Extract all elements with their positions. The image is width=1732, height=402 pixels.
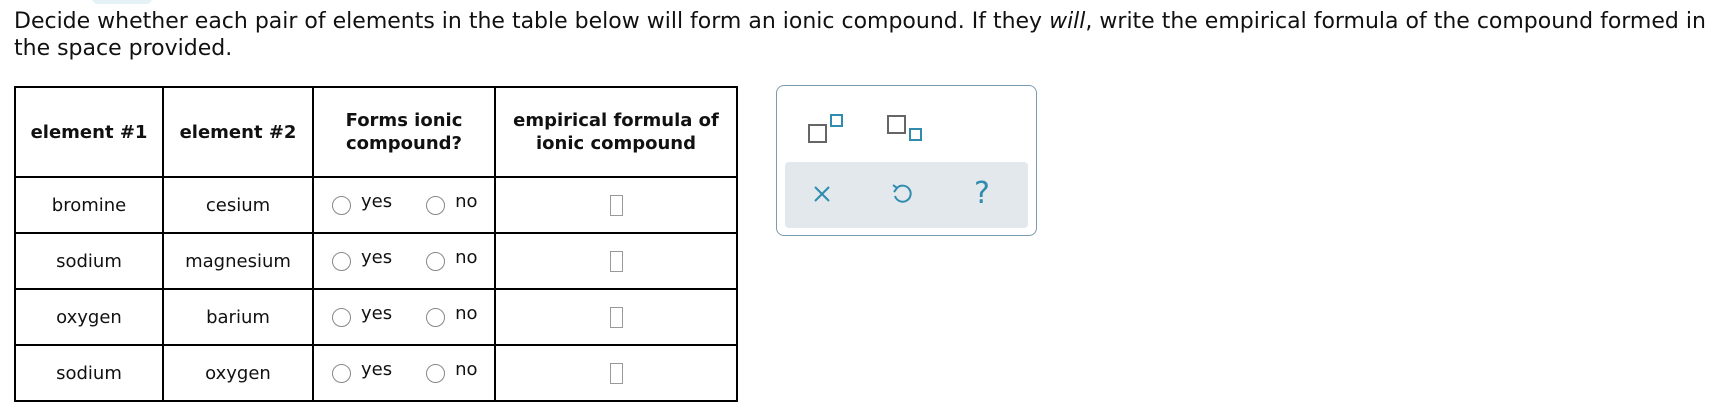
yes-radio[interactable] xyxy=(332,195,351,215)
question-text: Decide whether each pair of elements in … xyxy=(14,8,1726,62)
cell-empirical-formula xyxy=(494,176,738,234)
cell-forms-ionic: yes no xyxy=(312,176,496,234)
cell-forms-ionic: yes no xyxy=(312,232,496,290)
no-radio[interactable] xyxy=(426,251,446,271)
no-label: no xyxy=(455,190,478,212)
ionic-compound-table: element #1 element #2 Forms ionic compou… xyxy=(14,86,738,402)
header-element2: element #2 xyxy=(162,86,314,178)
cell-empirical-formula xyxy=(494,288,738,346)
yes-radio[interactable] xyxy=(332,251,351,271)
yes-option[interactable]: yes xyxy=(332,359,392,384)
yes-label: yes xyxy=(361,190,393,212)
help-icon: ? xyxy=(974,176,990,211)
yes-option[interactable]: yes xyxy=(332,247,392,272)
no-label: no xyxy=(455,302,478,324)
cell-element2: magnesium xyxy=(162,232,314,290)
question-part1: Decide whether each pair of elements in … xyxy=(14,9,1050,34)
no-label: no xyxy=(455,358,478,380)
cell-empirical-formula xyxy=(494,232,738,290)
header-element1: element #1 xyxy=(14,86,164,178)
yes-label: yes xyxy=(361,302,393,324)
undo-icon xyxy=(892,184,912,203)
formula-input[interactable] xyxy=(609,250,623,272)
cell-element2: barium xyxy=(162,288,314,346)
yes-label: yes xyxy=(361,246,393,268)
top-tab-hint xyxy=(92,0,152,4)
no-label: no xyxy=(455,246,478,268)
header-empirical-formula: empirical formula of ionic compound xyxy=(494,86,738,178)
undo-button[interactable] xyxy=(885,177,919,211)
header-forms-ionic: Forms ionic compound? xyxy=(312,86,496,178)
formula-input[interactable] xyxy=(609,306,623,328)
cell-forms-ionic: yes no xyxy=(312,288,496,346)
table-row: bromine cesium yes no xyxy=(14,176,738,234)
cell-element1: sodium xyxy=(14,344,164,402)
table-row: sodium oxygen yes no xyxy=(14,344,738,402)
cell-empirical-formula xyxy=(494,344,738,402)
question-emphasis: will xyxy=(1049,9,1086,34)
cell-element1: bromine xyxy=(14,176,164,234)
yes-option[interactable]: yes xyxy=(332,303,392,328)
superscript-box-icon xyxy=(808,114,843,143)
yes-radio[interactable] xyxy=(332,307,351,327)
no-option[interactable]: no xyxy=(426,359,478,384)
table-row: sodium magnesium yes no xyxy=(14,232,738,290)
subscript-box-icon xyxy=(887,115,922,141)
formula-tool-panel: ? xyxy=(776,85,1037,236)
no-radio[interactable] xyxy=(426,195,446,215)
no-option[interactable]: no xyxy=(426,247,478,272)
yes-label: yes xyxy=(361,358,393,380)
tool-action-bar: ? xyxy=(785,162,1028,228)
no-option[interactable]: no xyxy=(426,191,478,216)
subscript-button[interactable] xyxy=(887,113,927,145)
x-icon xyxy=(814,186,830,202)
cell-element1: oxygen xyxy=(14,288,164,346)
yes-radio[interactable] xyxy=(332,363,351,383)
formula-input[interactable] xyxy=(609,194,623,216)
table-row: oxygen barium yes no xyxy=(14,288,738,346)
cell-forms-ionic: yes no xyxy=(312,344,496,402)
superscript-button[interactable] xyxy=(808,113,848,145)
no-option[interactable]: no xyxy=(426,303,478,328)
no-radio[interactable] xyxy=(426,307,446,327)
cell-element1: sodium xyxy=(14,232,164,290)
table-header-row: element #1 element #2 Forms ionic compou… xyxy=(14,86,738,178)
cell-element2: oxygen xyxy=(162,344,314,402)
no-radio[interactable] xyxy=(426,363,446,383)
clear-button[interactable] xyxy=(805,177,839,211)
help-button[interactable]: ? xyxy=(965,177,999,211)
yes-option[interactable]: yes xyxy=(332,191,392,216)
cell-element2: cesium xyxy=(162,176,314,234)
formula-input[interactable] xyxy=(609,362,623,384)
